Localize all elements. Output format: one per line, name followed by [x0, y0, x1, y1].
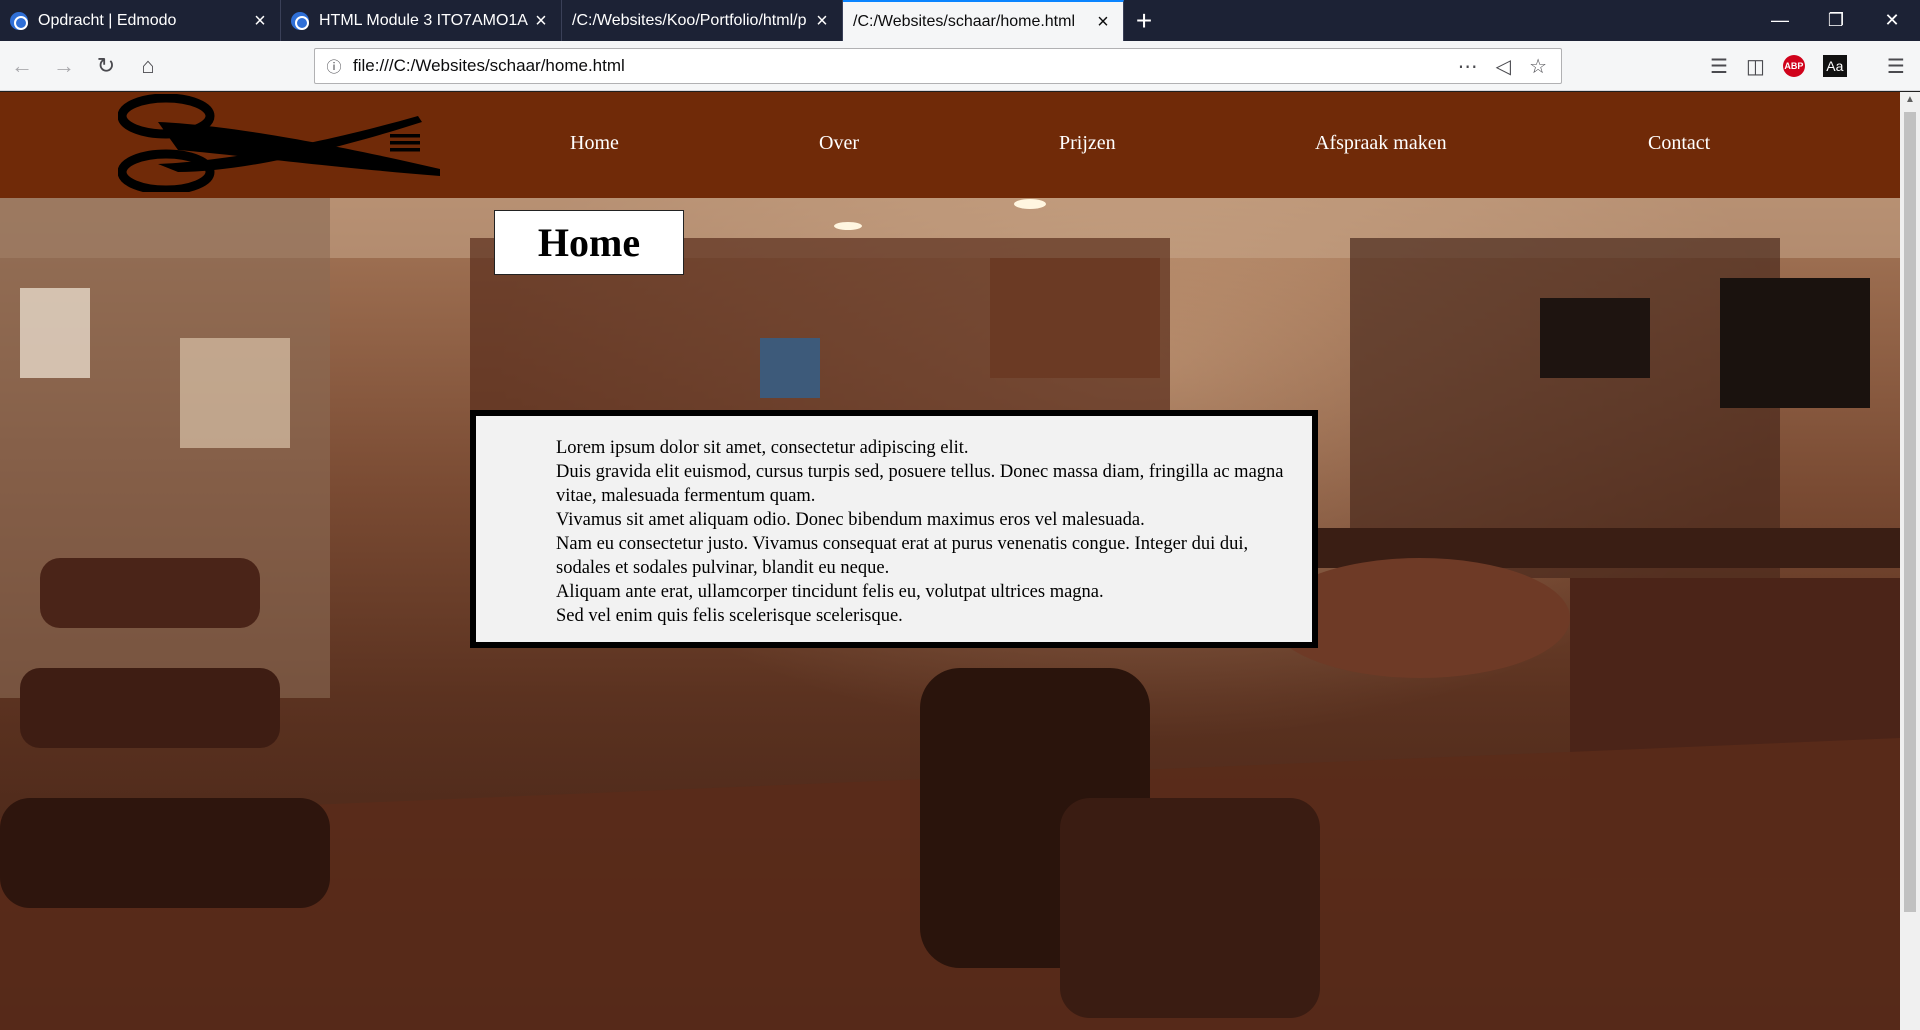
tab-edmodo-opdracht[interactable]: Opdracht | Edmodo × — [0, 0, 281, 41]
navigation-toolbar: ← → ↻ ⌂ ⓘ file:///C:/Websites/schaar/hom… — [0, 41, 1920, 91]
tab-title: /C:/Websites/Koo/Portfolio/html/p — [572, 11, 807, 29]
home-icon[interactable]: ⌂ — [128, 46, 168, 86]
close-icon[interactable]: × — [531, 11, 551, 31]
scroll-up-arrow-icon[interactable]: ▲ — [1900, 92, 1920, 108]
content-paragraph: Vivamus sit amet aliquam odio. Donec bib… — [556, 510, 1145, 530]
bookmark-star-icon[interactable]: ☆ — [1529, 54, 1547, 79]
nav-link-over[interactable]: Over — [819, 132, 859, 155]
nav-link-contact[interactable]: Contact — [1648, 132, 1710, 155]
tab-schaar-home[interactable]: /C:/Websites/schaar/home.html × — [843, 0, 1124, 41]
toolbar-right: ☰ ◫ ABP Aa ☰ — [1710, 41, 1905, 91]
nav-link-afspraak-maken[interactable]: Afspraak maken — [1315, 132, 1447, 155]
site-header: Home Over Prijzen Afspraak maken Contact — [0, 92, 1900, 198]
edmodo-icon — [10, 11, 28, 30]
adblock-plus-icon[interactable]: ABP — [1782, 55, 1805, 77]
url-text[interactable]: file:///C:/Websites/schaar/home.html — [353, 56, 1458, 76]
hamburger-menu-icon[interactable]: ☰ — [1887, 54, 1905, 79]
page-viewport: Home Over Prijzen Afspraak maken Contact… — [0, 92, 1900, 1030]
pocket-icon[interactable]: ◁ — [1496, 54, 1511, 79]
tab-title: HTML Module 3 ITO7AMO1A | — [319, 11, 531, 29]
content-paragraph: Lorem ipsum dolor sit amet, consectetur … — [556, 438, 969, 458]
content-box: Lorem ipsum dolor sit amet, consectetur … — [470, 410, 1318, 648]
close-icon[interactable]: × — [812, 11, 832, 31]
nav-link-home[interactable]: Home — [570, 132, 619, 155]
tab-title: Opdracht | Edmodo — [38, 11, 177, 29]
nav-link-prijzen[interactable]: Prijzen — [1059, 132, 1116, 155]
forward-arrow-icon[interactable]: → — [44, 46, 84, 86]
address-bar[interactable]: ⓘ file:///C:/Websites/schaar/home.html ⋯… — [314, 48, 1562, 84]
page-title: Home — [537, 220, 641, 265]
close-icon[interactable]: × — [250, 11, 270, 31]
scroll-thumb[interactable] — [1904, 112, 1916, 912]
new-tab-button[interactable]: + — [1124, 0, 1164, 41]
reader-view-icon[interactable]: Aa — [1822, 55, 1847, 77]
vertical-scrollbar[interactable]: ▲ — [1900, 92, 1920, 1030]
library-icon[interactable]: ☰ — [1710, 54, 1728, 79]
back-arrow-icon[interactable]: ← — [2, 46, 42, 86]
edmodo-icon — [291, 11, 309, 30]
tab-portfolio[interactable]: /C:/Websites/Koo/Portfolio/html/p × — [562, 0, 843, 41]
reload-icon[interactable]: ↻ — [86, 46, 126, 86]
site-navigation: Home Over Prijzen Afspraak maken Contact — [0, 92, 1900, 198]
tab-title: /C:/Websites/schaar/home.html — [853, 12, 1076, 30]
page-title-box: Home — [494, 210, 684, 275]
window-controls: — ❐ ✕ — [1752, 0, 1920, 41]
content-paragraph: Duis gravida elit euismod, cursus turpis… — [556, 462, 1284, 506]
tab-strip: Opdracht | Edmodo × HTML Module 3 ITO7AM… — [0, 0, 1920, 41]
window-close-icon[interactable]: ✕ — [1864, 0, 1920, 41]
tab-html-module[interactable]: HTML Module 3 ITO7AMO1A | × — [281, 0, 562, 41]
close-icon[interactable]: × — [1093, 12, 1113, 32]
sidebar-icon[interactable]: ◫ — [1746, 54, 1765, 79]
info-icon[interactable]: ⓘ — [315, 56, 353, 77]
minimize-icon[interactable]: — — [1752, 0, 1808, 41]
more-actions-icon[interactable]: ⋯ — [1458, 54, 1478, 79]
restore-icon[interactable]: ❐ — [1808, 0, 1864, 41]
content-paragraph: Aliquam ante erat, ullamcorper tincidunt… — [556, 582, 1104, 602]
content-paragraph: Nam eu consectetur justo. Vivamus conseq… — [556, 534, 1249, 578]
content-paragraph: Sed vel enim quis felis scelerisque scel… — [556, 606, 903, 626]
